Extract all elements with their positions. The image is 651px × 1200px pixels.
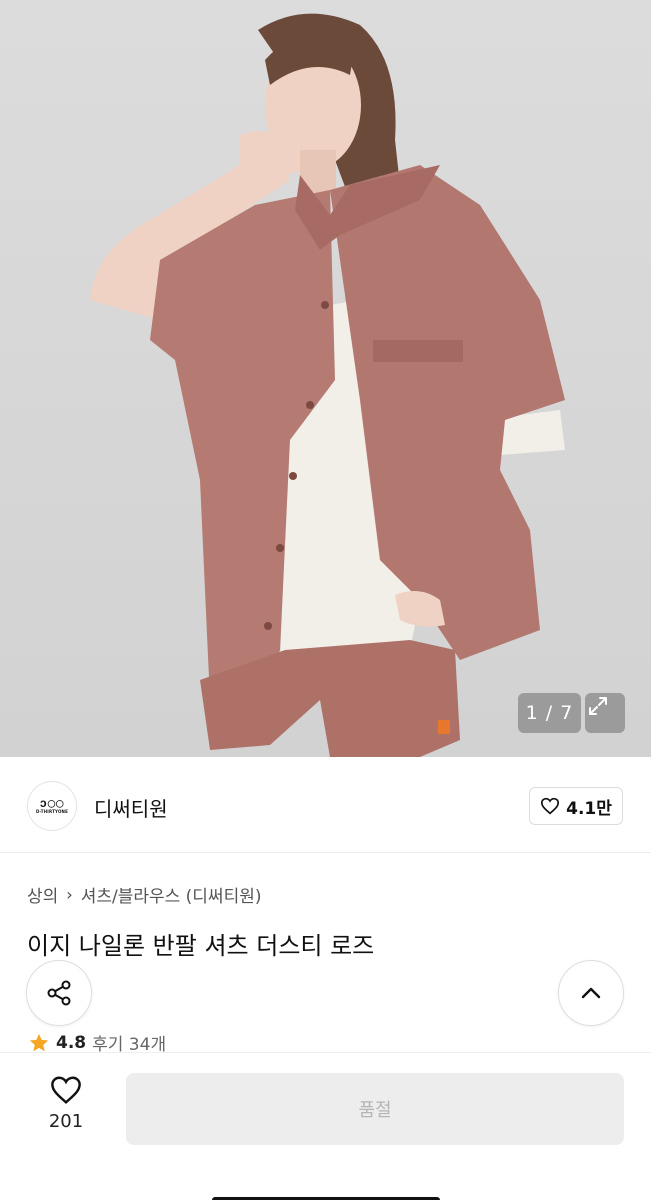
product-title: 이지 나일론 반팔 셔츠 더스티 로즈 [27, 932, 375, 960]
share-icon [47, 980, 71, 1006]
brand-logo-sub: D-THIRTYONE [35, 809, 69, 814]
brand-like-count: 4.1만 [566, 798, 612, 819]
expand-image-button[interactable] [585, 693, 625, 733]
wish-count: 201 [48, 1111, 84, 1132]
chevron-right-icon: › [66, 885, 73, 904]
breadcrumb-subcategory[interactable]: 셔츠/블라우스 (디써티원) [81, 882, 262, 907]
image-counter: 1 / 7 [518, 693, 581, 733]
share-button[interactable] [26, 960, 92, 1026]
heart-icon [541, 797, 560, 815]
brand-name[interactable]: 디써티원 [94, 793, 168, 822]
wish-button[interactable]: 201 [36, 1075, 96, 1145]
soldout-button[interactable]: 품절 [126, 1073, 624, 1145]
product-image[interactable]: 1 / 7 [0, 0, 651, 757]
brand-row[interactable]: ↄ◯◯ D-THIRTYONE 디써티원 4.1만 [0, 757, 651, 853]
expand-icon [589, 697, 607, 715]
rating-value: 4.8 [56, 1032, 87, 1053]
brand-like-button[interactable]: 4.1만 [529, 787, 623, 825]
breadcrumb-category[interactable]: 상의 [27, 882, 58, 907]
model-photo [90, 13, 565, 757]
brand-logo-mark: ↄ◯◯ [39, 796, 65, 810]
scroll-top-button[interactable] [558, 960, 624, 1026]
star-icon [29, 1033, 49, 1051]
breadcrumb: 상의 › 셔츠/블라우스 (디써티원) [27, 882, 261, 907]
heart-icon [51, 1076, 81, 1104]
chevron-up-icon [581, 987, 601, 999]
bottom-action-bar: 201 품절 [0, 1052, 651, 1200]
brand-logo[interactable]: ↄ◯◯ D-THIRTYONE [27, 781, 77, 831]
